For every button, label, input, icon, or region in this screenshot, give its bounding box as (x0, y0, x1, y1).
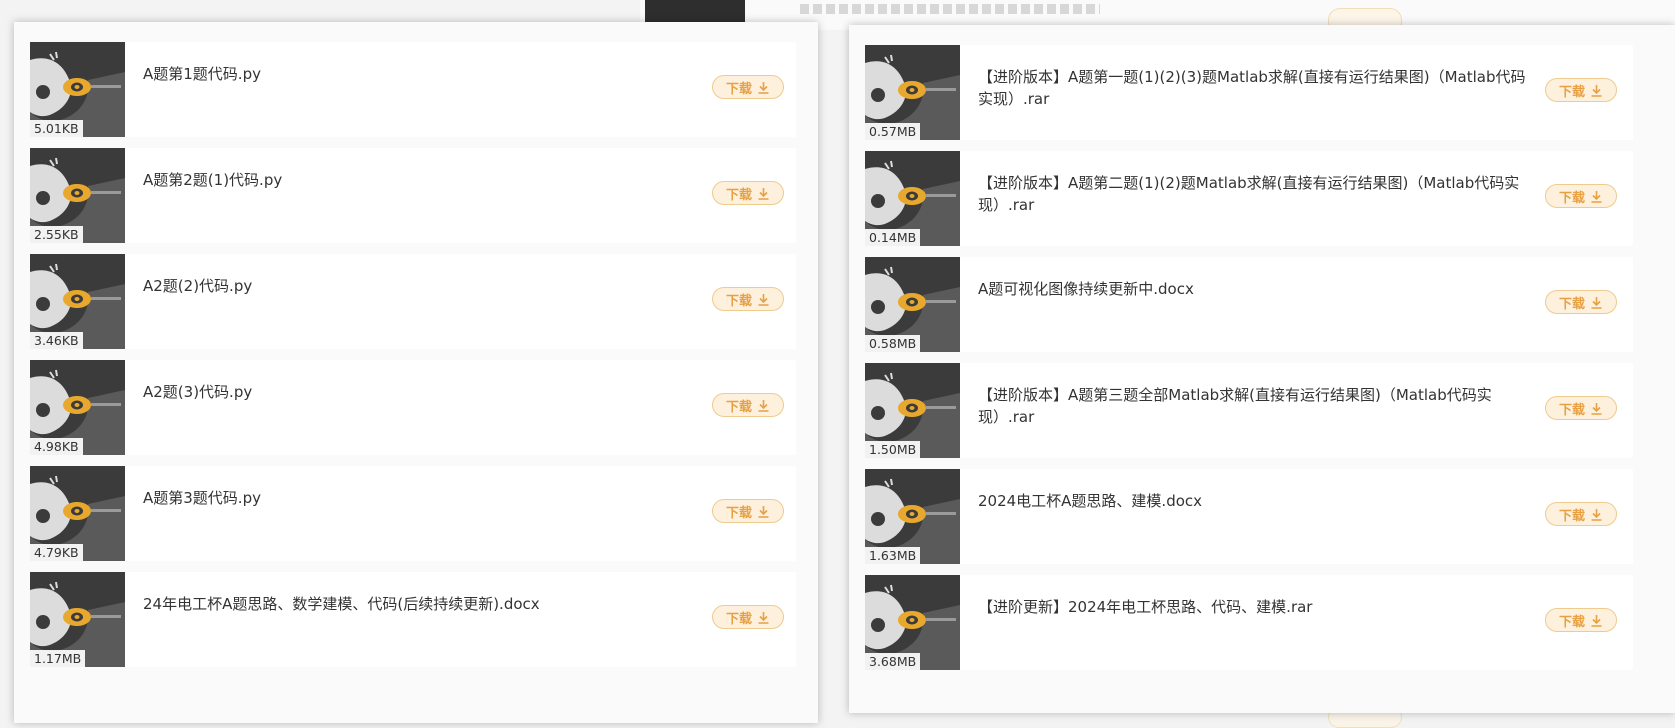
file-thumbnail: 0.14MB (865, 151, 960, 246)
download-button[interactable]: 下载 (1545, 184, 1617, 208)
download-label: 下载 (725, 611, 752, 627)
download-button[interactable]: 下载 (712, 287, 784, 311)
download-arrow-icon (1591, 508, 1602, 521)
file-name[interactable]: A题可视化图像持续更新中.docx (978, 278, 1533, 300)
file-name[interactable]: A题第2题(1)代码.py (143, 169, 703, 191)
download-button[interactable]: 下载 (712, 605, 784, 629)
file-panel-right: 0.57MB 【进阶版本】A题第一题(1)(2)(3)题Matlab求解(直接有… (849, 25, 1675, 713)
download-label: 下载 (725, 187, 752, 203)
file-row[interactable]: 1.63MB 2024电工杯A题思路、建模.docx 下载 (865, 469, 1633, 564)
file-size: 3.68MB (865, 653, 921, 670)
download-arrow-icon (1591, 190, 1602, 203)
file-size: 0.14MB (865, 229, 921, 246)
file-name[interactable]: 【进阶版本】A题第一题(1)(2)(3)题Matlab求解(直接有运行结果图)（… (978, 66, 1533, 110)
download-button[interactable]: 下载 (1545, 290, 1617, 314)
download-arrow-icon (758, 611, 769, 624)
file-thumbnail: 3.68MB (865, 575, 960, 670)
file-size: 4.98KB (30, 438, 83, 455)
file-size: 5.01KB (30, 120, 83, 137)
file-thumbnail: 4.98KB (30, 360, 125, 455)
file-size: 1.17MB (30, 650, 86, 667)
file-row[interactable]: 0.14MB 【进阶版本】A题第二题(1)(2)题Matlab求解(直接有运行结… (865, 151, 1633, 246)
file-name[interactable]: 24年电工杯A题思路、数学建模、代码(后续持续更新).docx (143, 593, 703, 615)
file-name[interactable]: A2题(2)代码.py (143, 275, 703, 297)
file-thumbnail: 0.58MB (865, 257, 960, 352)
file-size: 0.57MB (865, 123, 921, 140)
file-size: 0.58MB (865, 335, 921, 352)
file-row[interactable]: 1.50MB 【进阶版本】A题第三题全部Matlab求解(直接有运行结果图)（M… (865, 363, 1633, 458)
file-size: 4.79KB (30, 544, 83, 561)
download-label: 下载 (1558, 614, 1585, 630)
download-arrow-icon (1591, 84, 1602, 97)
download-button[interactable]: 下载 (712, 499, 784, 523)
file-row[interactable]: 2.55KB A题第2题(1)代码.py 下载 (30, 148, 796, 243)
download-label: 下载 (1558, 84, 1585, 100)
download-label: 下载 (1558, 508, 1585, 524)
file-size: 2.55KB (30, 226, 83, 243)
background-text (800, 4, 1100, 14)
download-label: 下载 (725, 505, 752, 521)
file-size: 3.46KB (30, 332, 83, 349)
file-thumbnail: 1.50MB (865, 363, 960, 458)
file-thumbnail: 3.46KB (30, 254, 125, 349)
file-row[interactable]: 1.17MB 24年电工杯A题思路、数学建模、代码(后续持续更新).docx 下… (30, 572, 796, 667)
download-arrow-icon (758, 399, 769, 412)
file-thumbnail: 0.57MB (865, 45, 960, 140)
file-size: 1.63MB (865, 547, 921, 564)
file-row[interactable]: 0.58MB A题可视化图像持续更新中.docx 下载 (865, 257, 1633, 352)
file-thumbnail: 4.79KB (30, 466, 125, 561)
download-button[interactable]: 下载 (1545, 78, 1617, 102)
file-name[interactable]: 【进阶版本】A题第三题全部Matlab求解(直接有运行结果图)（Matlab代码… (978, 384, 1533, 428)
file-name[interactable]: A2题(3)代码.py (143, 381, 703, 403)
file-row[interactable]: 4.79KB A题第3题代码.py 下载 (30, 466, 796, 561)
file-row[interactable]: 5.01KB A题第1题代码.py 下载 (30, 42, 796, 137)
file-name[interactable]: A题第1题代码.py (143, 63, 703, 85)
download-button[interactable]: 下载 (1545, 396, 1617, 420)
file-name[interactable]: A题第3题代码.py (143, 487, 703, 509)
file-thumbnail: 5.01KB (30, 42, 125, 137)
file-name[interactable]: 【进阶更新】2024年电工杯思路、代码、建模.rar (978, 596, 1533, 618)
file-row[interactable]: 4.98KB A2题(3)代码.py 下载 (30, 360, 796, 455)
file-name[interactable]: 2024电工杯A题思路、建模.docx (978, 490, 1533, 512)
download-arrow-icon (758, 505, 769, 518)
download-arrow-icon (1591, 402, 1602, 415)
file-row[interactable]: 3.68MB 【进阶更新】2024年电工杯思路、代码、建模.rar 下载 (865, 575, 1633, 670)
file-thumbnail: 1.63MB (865, 469, 960, 564)
download-label: 下载 (725, 81, 752, 97)
download-label: 下载 (725, 293, 752, 309)
download-label: 下载 (725, 399, 752, 415)
download-button[interactable]: 下载 (712, 393, 784, 417)
download-label: 下载 (1558, 402, 1585, 418)
download-label: 下载 (1558, 190, 1585, 206)
file-size: 1.50MB (865, 441, 921, 458)
download-arrow-icon (1591, 614, 1602, 627)
download-button[interactable]: 下载 (712, 181, 784, 205)
download-button[interactable]: 下载 (712, 75, 784, 99)
download-arrow-icon (758, 81, 769, 94)
file-row[interactable]: 3.46KB A2题(2)代码.py 下载 (30, 254, 796, 349)
file-thumbnail: 2.55KB (30, 148, 125, 243)
download-label: 下载 (1558, 296, 1585, 312)
download-button[interactable]: 下载 (1545, 608, 1617, 632)
download-button[interactable]: 下载 (1545, 502, 1617, 526)
file-row[interactable]: 0.57MB 【进阶版本】A题第一题(1)(2)(3)题Matlab求解(直接有… (865, 45, 1633, 140)
file-panel-left: 5.01KB A题第1题代码.py 下载 2.55KB A题第2题(1)代码.p… (14, 22, 818, 723)
file-name[interactable]: 【进阶版本】A题第二题(1)(2)题Matlab求解(直接有运行结果图)（Mat… (978, 172, 1533, 216)
download-arrow-icon (758, 187, 769, 200)
download-arrow-icon (1591, 296, 1602, 309)
file-thumbnail: 1.17MB (30, 572, 125, 667)
download-arrow-icon (758, 293, 769, 306)
